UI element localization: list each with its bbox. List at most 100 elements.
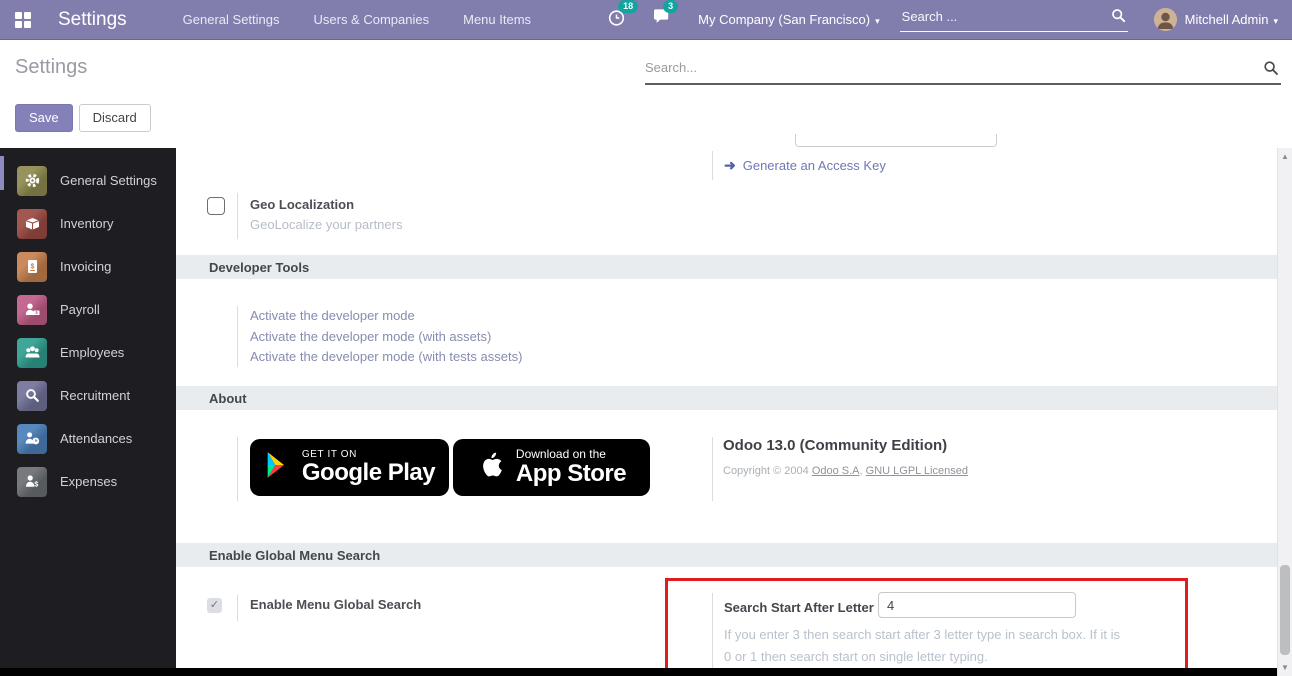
sidebar-item-payroll[interactable]: $Payroll bbox=[0, 288, 176, 331]
search-start-after-letter-label: Search Start After Letter bbox=[724, 600, 874, 615]
cropped-input-field[interactable] bbox=[795, 134, 997, 147]
geo-localization-help: GeoLocalize your partners bbox=[250, 217, 402, 232]
scroll-up-arrow-icon[interactable]: ▲ bbox=[1278, 152, 1292, 161]
sidebar-item-label: Attendances bbox=[60, 431, 132, 446]
vertical-scrollbar[interactable]: ▲ ▼ bbox=[1277, 148, 1292, 676]
enable-menu-global-search-label: Enable Menu Global Search bbox=[250, 597, 421, 612]
messages-badge: 3 bbox=[663, 0, 678, 13]
google-play-badge[interactable]: GET IT ON Google Play bbox=[250, 439, 449, 496]
messages-button[interactable]: 3 bbox=[652, 8, 672, 31]
expense-icon: $ bbox=[17, 467, 47, 497]
app-store-badge[interactable]: Download on the App Store bbox=[453, 439, 650, 496]
app-title[interactable]: Settings bbox=[58, 9, 127, 31]
odoo-version: Odoo 13.0 (Community Edition) bbox=[723, 437, 947, 454]
activities-badge: 18 bbox=[618, 0, 638, 13]
section-header-about: About bbox=[176, 386, 1277, 410]
search-icon[interactable] bbox=[1263, 60, 1279, 81]
odoo-settings-screen: Settings General Settings Users & Compan… bbox=[0, 0, 1292, 676]
menu-menu-items[interactable]: Menu Items bbox=[463, 12, 531, 27]
control-panel: Settings Save Discard bbox=[0, 40, 1292, 148]
search-start-after-letter-input[interactable] bbox=[878, 592, 1076, 618]
apple-icon bbox=[477, 449, 504, 486]
divider bbox=[237, 306, 238, 367]
generate-access-key-link[interactable]: Generate an Access Key bbox=[743, 158, 886, 173]
geo-localization-checkbox[interactable] bbox=[207, 197, 225, 215]
app-menu: General Settings Users & Companies Menu … bbox=[183, 12, 531, 27]
divider bbox=[237, 437, 238, 501]
chevron-down-icon: ▾ bbox=[1273, 16, 1278, 26]
sidebar-item-label: Employees bbox=[60, 345, 124, 360]
action-buttons: Save Discard bbox=[15, 104, 151, 132]
developer-mode-link-2[interactable]: Activate the developer mode (with tests … bbox=[250, 347, 522, 368]
svg-text:$: $ bbox=[34, 482, 38, 489]
save-button[interactable]: Save bbox=[15, 104, 73, 132]
copyright-line: Copyright © 2004 Odoo S.A, GNU LGPL Lice… bbox=[723, 465, 968, 477]
navbar-right: 18 3 My Company (San Francisco)▾ bbox=[607, 8, 1292, 32]
top-navbar: Settings General Settings Users & Compan… bbox=[0, 0, 1292, 40]
sidebar-item-general-settings[interactable]: General Settings bbox=[0, 159, 176, 202]
gnu-lgpl-link[interactable]: GNU LGPL Licensed bbox=[866, 465, 968, 477]
google-play-icon bbox=[264, 451, 290, 484]
sidebar-item-recruitment[interactable]: Recruitment bbox=[0, 374, 176, 417]
divider bbox=[712, 437, 713, 501]
navbar-search bbox=[900, 8, 1128, 32]
enable-menu-global-search-checkbox[interactable]: ✓ bbox=[207, 598, 222, 613]
sidebar-item-attendances[interactable]: Attendances bbox=[0, 417, 176, 460]
sidebar-scrollbar-thumb[interactable] bbox=[0, 156, 4, 190]
access-key-row: ➜ Generate an Access Key bbox=[712, 151, 886, 180]
highlighted-field-group: Search Start After Letter If you enter 3… bbox=[665, 578, 1188, 676]
sidebar-item-label: Invoicing bbox=[60, 259, 111, 274]
section-header-enable-global-menu-search: Enable Global Menu Search bbox=[176, 543, 1277, 567]
scroll-down-arrow-icon[interactable]: ▼ bbox=[1278, 663, 1292, 672]
arrow-right-icon: ➜ bbox=[724, 157, 736, 174]
field-help-line-2: 0 or 1 then search start on single lette… bbox=[724, 649, 988, 664]
divider bbox=[237, 193, 238, 239]
magnifier-icon bbox=[17, 381, 47, 411]
company-switcher[interactable]: My Company (San Francisco)▾ bbox=[698, 12, 879, 27]
badge-store-name: App Store bbox=[516, 461, 626, 487]
attendance-icon bbox=[17, 424, 47, 454]
menu-users-companies[interactable]: Users & Companies bbox=[314, 12, 430, 27]
copyright-text: Copyright © 2004 bbox=[723, 465, 812, 477]
page-title: Settings bbox=[15, 56, 87, 79]
odoo-sa-link[interactable]: Odoo S.A bbox=[812, 465, 860, 477]
check-icon: ✓ bbox=[210, 599, 219, 611]
developer-mode-link-1[interactable]: Activate the developer mode (with assets… bbox=[250, 327, 522, 348]
sidebar-item-inventory[interactable]: Inventory bbox=[0, 202, 176, 245]
user-avatar[interactable] bbox=[1154, 8, 1177, 31]
divider bbox=[237, 595, 238, 621]
badge-tagline: Download on the bbox=[516, 448, 626, 461]
settings-sidebar: General SettingsInventory$Invoicing$Payr… bbox=[0, 148, 176, 676]
sidebar-item-label: Payroll bbox=[60, 302, 100, 317]
developer-mode-link-0[interactable]: Activate the developer mode bbox=[250, 306, 522, 327]
sidebar-item-employees[interactable]: Employees bbox=[0, 331, 176, 374]
section-header-developer-tools: Developer Tools bbox=[176, 255, 1277, 279]
divider bbox=[712, 593, 713, 673]
navbar-search-input[interactable] bbox=[900, 8, 1094, 25]
user-menu[interactable]: Mitchell Admin▾ bbox=[1185, 12, 1278, 27]
sidebar-item-label: General Settings bbox=[60, 173, 157, 188]
bottom-black-bar bbox=[0, 668, 1277, 676]
apps-menu-icon[interactable] bbox=[15, 12, 31, 28]
settings-search bbox=[645, 58, 1281, 85]
people-icon bbox=[17, 338, 47, 368]
badge-store-name: Google Play bbox=[302, 460, 435, 486]
chevron-down-icon: ▾ bbox=[875, 16, 880, 26]
invoice-icon: $ bbox=[17, 252, 47, 282]
sidebar-item-expenses[interactable]: $Expenses bbox=[0, 460, 176, 503]
discard-button[interactable]: Discard bbox=[79, 104, 151, 132]
geo-localization-label: Geo Localization bbox=[250, 197, 354, 212]
settings-search-input[interactable] bbox=[645, 58, 1247, 77]
gear-icon bbox=[17, 166, 47, 196]
search-icon[interactable] bbox=[1111, 8, 1126, 28]
box-icon bbox=[17, 209, 47, 239]
sidebar-item-label: Inventory bbox=[60, 216, 113, 231]
scrollbar-thumb[interactable] bbox=[1280, 565, 1290, 655]
sidebar-app-list: General SettingsInventory$Invoicing$Payr… bbox=[0, 148, 176, 503]
menu-general-settings[interactable]: General Settings bbox=[183, 12, 280, 27]
activities-button[interactable]: 18 bbox=[607, 8, 626, 32]
field-help-line-1: If you enter 3 then search start after 3… bbox=[724, 627, 1120, 642]
developer-mode-links: Activate the developer modeActivate the … bbox=[250, 306, 522, 368]
settings-content: ➜ Generate an Access Key Geo Localizatio… bbox=[176, 148, 1277, 676]
sidebar-item-invoicing[interactable]: $ Invoicing bbox=[0, 245, 176, 288]
